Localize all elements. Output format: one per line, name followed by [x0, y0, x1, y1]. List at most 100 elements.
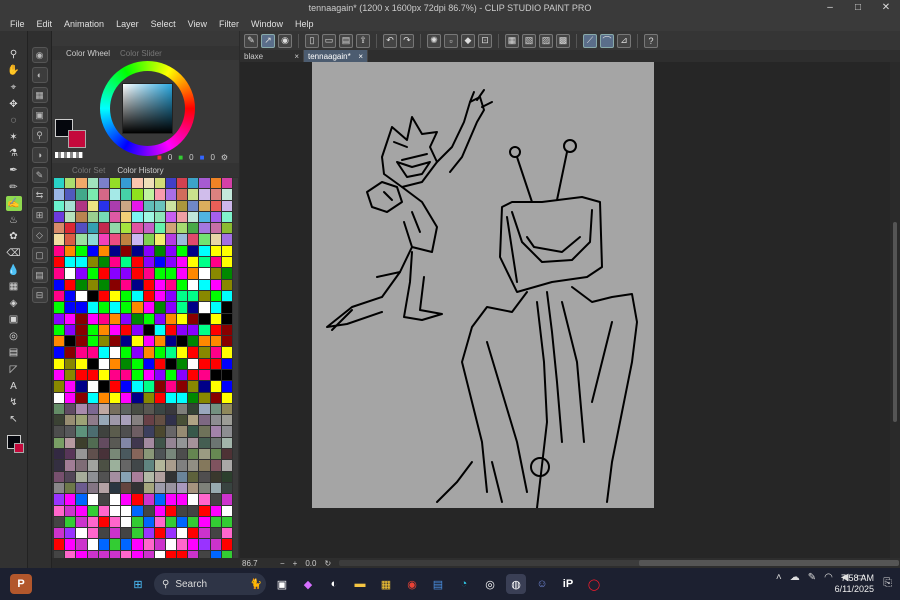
color-swatch[interactable] [221, 358, 232, 369]
color-swatch[interactable] [54, 449, 65, 460]
color-swatch[interactable] [121, 437, 132, 449]
color-swatch[interactable] [76, 403, 87, 415]
color-swatch[interactable] [143, 370, 154, 381]
clip-paint-active-icon[interactable]: ◍ [506, 574, 526, 594]
color-swatch[interactable] [87, 426, 98, 437]
clip-paint-icon[interactable]: ◎ [480, 574, 500, 594]
color-swatch[interactable] [109, 539, 121, 550]
color-swatch[interactable] [177, 392, 188, 403]
color-swatch[interactable] [87, 268, 98, 279]
color-swatch[interactable] [154, 200, 165, 211]
color-swatch[interactable] [165, 449, 177, 460]
color-swatch[interactable] [143, 211, 154, 223]
color-swatch[interactable] [199, 392, 210, 403]
color-swatch[interactable] [87, 392, 98, 403]
color-swatch[interactable] [143, 302, 154, 313]
selection-invert-icon[interactable]: ▧ [522, 33, 536, 48]
color-swatch[interactable] [177, 234, 188, 245]
color-swatch[interactable] [210, 528, 221, 539]
color-swatch[interactable] [87, 347, 98, 358]
color-swatch[interactable] [65, 460, 76, 471]
color-swatch[interactable] [54, 313, 65, 324]
close-icon[interactable]: × [294, 52, 299, 61]
saturation-value-square[interactable] [122, 83, 173, 134]
color-swatch[interactable] [132, 313, 143, 324]
color-swatch[interactable] [165, 505, 177, 516]
palette-scrollbar[interactable] [233, 178, 238, 561]
color-swatch[interactable] [76, 336, 87, 347]
color-swatch[interactable] [143, 539, 154, 550]
color-swatch[interactable] [65, 313, 76, 324]
redo-icon[interactable]: ↷ [400, 33, 414, 48]
color-swatch[interactable] [199, 505, 210, 516]
color-swatch[interactable] [87, 290, 98, 302]
color-swatch[interactable] [165, 403, 177, 415]
color-swatch[interactable] [154, 211, 165, 223]
color-swatch[interactable] [210, 313, 221, 324]
chrome-icon[interactable]: ◉ [402, 574, 422, 594]
color-swatch[interactable] [54, 257, 65, 268]
color-swatch[interactable] [165, 370, 177, 381]
color-swatch[interactable] [177, 268, 188, 279]
color-swatch[interactable] [165, 460, 177, 471]
color-swatch[interactable] [188, 358, 199, 369]
color-swatch[interactable] [76, 347, 87, 358]
color-swatch[interactable] [143, 516, 154, 528]
color-swatch[interactable] [54, 279, 65, 290]
color-swatch[interactable] [132, 279, 143, 290]
color-swatch[interactable] [154, 460, 165, 471]
app-icon[interactable]: P [10, 574, 32, 594]
color-swatch[interactable] [210, 403, 221, 415]
color-swatch[interactable] [54, 234, 65, 245]
color-swatch[interactable] [154, 290, 165, 302]
color-swatch[interactable] [109, 437, 121, 449]
color-swatch[interactable] [199, 460, 210, 471]
color-swatch[interactable] [188, 313, 199, 324]
color-grid[interactable] [54, 178, 232, 561]
color-swatch[interactable] [54, 290, 65, 302]
color-swatch[interactable] [65, 290, 76, 302]
color-swatch[interactable] [188, 211, 199, 223]
menu-edit[interactable]: Edit [31, 19, 59, 29]
color-wheel[interactable] [100, 61, 195, 156]
tab-color-slider[interactable]: Color Slider [120, 49, 162, 58]
color-swatch[interactable] [177, 471, 188, 482]
color-swatch[interactable] [221, 415, 232, 426]
color-swatch[interactable] [154, 313, 165, 324]
color-swatch[interactable] [54, 189, 65, 200]
color-swatch[interactable] [177, 516, 188, 528]
color-swatch[interactable] [132, 245, 143, 257]
color-swatch[interactable] [199, 370, 210, 381]
color-swatch[interactable] [188, 528, 199, 539]
color-swatch[interactable] [76, 381, 87, 392]
color-swatch[interactable] [177, 437, 188, 449]
color-swatch[interactable] [109, 257, 121, 268]
color-swatch[interactable] [121, 426, 132, 437]
color-swatch[interactable] [221, 200, 232, 211]
color-swatch[interactable] [132, 370, 143, 381]
color-swatch[interactable] [98, 370, 109, 381]
sub-tool-icon[interactable]: ⊞ [31, 207, 48, 223]
color-swatch[interactable] [199, 336, 210, 347]
color-swatch[interactable] [109, 516, 121, 528]
color-swatch[interactable] [143, 290, 154, 302]
color-swatch[interactable] [199, 257, 210, 268]
color-swatch[interactable] [165, 426, 177, 437]
color-swatch[interactable] [199, 324, 210, 336]
color-swatch[interactable] [98, 178, 109, 189]
color-swatch[interactable] [54, 381, 65, 392]
color-swatch[interactable] [165, 415, 177, 426]
zoom-out-icon[interactable]: − [280, 559, 285, 568]
color-swatch[interactable] [98, 471, 109, 482]
color-swatch[interactable] [87, 460, 98, 471]
color-swatch[interactable] [65, 347, 76, 358]
export-icon[interactable]: ⇪ [356, 33, 370, 48]
ruler-icon[interactable]: ⊿ [617, 33, 631, 48]
fill-icon[interactable]: ◈ [6, 296, 22, 311]
color-swatch[interactable] [109, 302, 121, 313]
color-swatch[interactable] [199, 347, 210, 358]
color-swatch[interactable] [143, 279, 154, 290]
color-swatch[interactable] [109, 290, 121, 302]
color-swatch[interactable] [143, 415, 154, 426]
color-swatch[interactable] [76, 302, 87, 313]
